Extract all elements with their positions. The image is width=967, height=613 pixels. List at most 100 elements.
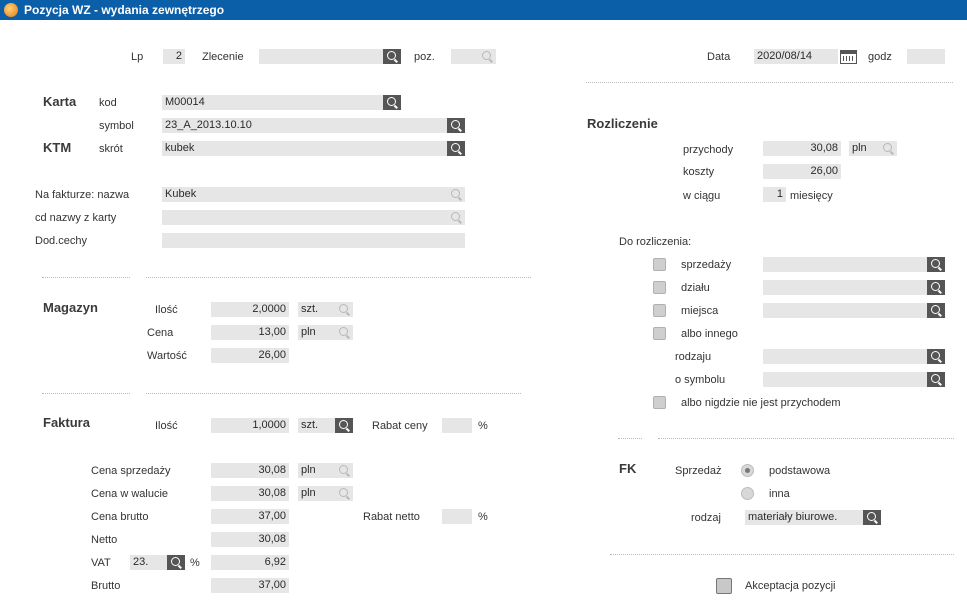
app-logo-icon xyxy=(4,3,18,17)
akceptacja-label: Akceptacja pozycji xyxy=(745,580,836,592)
w-ciagu-field[interactable]: 1 xyxy=(763,187,786,202)
przychody-unit[interactable]: pln xyxy=(849,141,879,156)
divider xyxy=(42,277,130,278)
divider xyxy=(658,438,954,439)
dzialu-checkbox[interactable] xyxy=(653,281,666,294)
albo-innego-checkbox[interactable] xyxy=(653,327,666,340)
poz-field[interactable] xyxy=(451,49,478,64)
vat-rate-field[interactable]: 23. xyxy=(130,555,167,570)
netto-field[interactable]: 30,08 xyxy=(211,532,289,547)
albo-nigdzie-checkbox[interactable] xyxy=(653,396,666,409)
poz-search-button[interactable] xyxy=(478,49,496,64)
miejsca-checkbox[interactable] xyxy=(653,304,666,317)
miejsca-search-button[interactable] xyxy=(927,303,945,318)
sprzedazy-search-button[interactable] xyxy=(927,257,945,272)
symbol-field[interactable]: 23_A_2013.10.10 xyxy=(162,118,447,133)
magazyn-ilosc-unit[interactable]: szt. xyxy=(298,302,335,317)
nazwa-search-button[interactable] xyxy=(447,187,465,202)
kod-label: kod xyxy=(99,97,117,109)
dzialu-field[interactable] xyxy=(763,280,927,295)
faktura-ilosc-unit[interactable]: szt. xyxy=(298,418,335,433)
dod-cechy-label: Dod.cechy xyxy=(35,235,87,247)
cena-brutto-label: Cena brutto xyxy=(91,511,149,523)
skrot-search-button[interactable] xyxy=(447,141,465,156)
sprzedazy-checkbox[interactable] xyxy=(653,258,666,271)
cd-nazwy-field[interactable] xyxy=(162,210,447,225)
nazwa-field[interactable]: Kubek xyxy=(162,187,447,202)
cena-sprzedazy-search-button[interactable] xyxy=(335,463,353,478)
albo-nigdzie-label: albo nigdzie nie jest przychodem xyxy=(681,397,841,409)
rodzaj-search-button[interactable] xyxy=(863,510,881,525)
faktura-ilosc-field[interactable]: 1,0000 xyxy=(211,418,289,433)
divider xyxy=(146,277,531,278)
miejsca-field[interactable] xyxy=(763,303,927,318)
zlecenie-field[interactable] xyxy=(259,49,383,64)
miejsca-label: miejsca xyxy=(681,305,719,317)
cena-brutto-field[interactable]: 37,00 xyxy=(211,509,289,524)
lp-field[interactable]: 2 xyxy=(163,49,185,64)
vat-value-field[interactable]: 6,92 xyxy=(211,555,289,570)
przychody-field[interactable]: 30,08 xyxy=(763,141,841,156)
magazyn-ilosc-field[interactable]: 2,0000 xyxy=(211,302,289,317)
cena-sprzedazy-field[interactable]: 30,08 xyxy=(211,463,289,478)
rodzaju-search-button[interactable] xyxy=(927,349,945,364)
magazyn-cena-field[interactable]: 13,00 xyxy=(211,325,289,340)
koszty-label: koszty xyxy=(683,166,715,178)
magazyn-currency-search-button[interactable] xyxy=(335,325,353,340)
cena-waluta-search-button[interactable] xyxy=(335,486,353,501)
rabat-ceny-field[interactable] xyxy=(442,418,472,433)
vat-label: VAT xyxy=(91,557,111,569)
skrot-field[interactable]: kubek xyxy=(162,141,447,156)
rabat-netto-field[interactable] xyxy=(442,509,472,524)
search-icon xyxy=(930,259,940,268)
sprzedazy-field[interactable] xyxy=(763,257,927,272)
cena-sprzedazy-label: Cena sprzedaży xyxy=(91,465,171,477)
magazyn-unit-search-button[interactable] xyxy=(335,302,353,317)
albo-innego-label: albo innego xyxy=(681,328,738,340)
magazyn-ilosc-label: Ilość xyxy=(155,304,178,316)
magazyn-wartosc-field[interactable]: 26,00 xyxy=(211,348,289,363)
o-symbolu-label: o symbolu xyxy=(675,374,726,386)
rodzaj-label: rodzaj xyxy=(691,512,721,524)
window-title: Pozycja WZ - wydania zewnętrzego xyxy=(24,3,225,17)
dod-cechy-field[interactable] xyxy=(162,233,465,248)
title-bar: Pozycja WZ - wydania zewnętrzego xyxy=(0,0,967,20)
inna-radio[interactable] xyxy=(741,487,754,500)
kod-field[interactable]: M00014 xyxy=(162,95,383,110)
godz-field[interactable] xyxy=(907,49,945,64)
magazyn-cena-unit[interactable]: pln xyxy=(298,325,335,340)
o-symbolu-field[interactable] xyxy=(763,372,927,387)
przychody-label: przychody xyxy=(683,144,734,156)
rabat-netto-label: Rabat netto xyxy=(363,511,420,523)
cd-nazwy-label: cd nazwy z karty xyxy=(35,212,117,224)
symbol-search-button[interactable] xyxy=(447,118,465,133)
zlecenie-search-button[interactable] xyxy=(383,49,401,64)
podstawowa-radio[interactable] xyxy=(741,464,754,477)
kod-search-button[interactable] xyxy=(383,95,401,110)
search-icon xyxy=(882,143,892,152)
poz-label: poz. xyxy=(414,51,435,63)
brutto-field[interactable]: 37,00 xyxy=(211,578,289,593)
calendar-icon[interactable] xyxy=(840,50,857,64)
faktura-section-title: Faktura xyxy=(43,415,90,430)
przychody-currency-search-button[interactable] xyxy=(879,141,897,156)
divider xyxy=(42,393,130,394)
dzialu-search-button[interactable] xyxy=(927,280,945,295)
cena-sprzedazy-unit[interactable]: pln xyxy=(298,463,335,478)
cena-waluta-unit[interactable]: pln xyxy=(298,486,335,501)
miesiecy-label: miesięcy xyxy=(790,190,833,202)
search-icon xyxy=(338,465,348,474)
rodzaju-field[interactable] xyxy=(763,349,927,364)
w-ciagu-label: w ciągu xyxy=(683,190,721,202)
vat-rate-search-button[interactable] xyxy=(167,555,185,570)
faktura-unit-search-button[interactable] xyxy=(335,418,353,433)
rozliczenie-section-title: Rozliczenie xyxy=(587,116,658,131)
rodzaj-field[interactable]: materiały biurowe. xyxy=(745,510,863,525)
koszty-field[interactable]: 26,00 xyxy=(763,164,841,179)
magazyn-wartosc-label: Wartość xyxy=(147,350,187,362)
cena-waluta-field[interactable]: 30,08 xyxy=(211,486,289,501)
cd-nazwy-search-button[interactable] xyxy=(447,210,465,225)
date-field[interactable]: 2020/08/14 xyxy=(754,49,838,64)
o-symbolu-search-button[interactable] xyxy=(927,372,945,387)
akceptacja-checkbox[interactable] xyxy=(716,578,732,594)
